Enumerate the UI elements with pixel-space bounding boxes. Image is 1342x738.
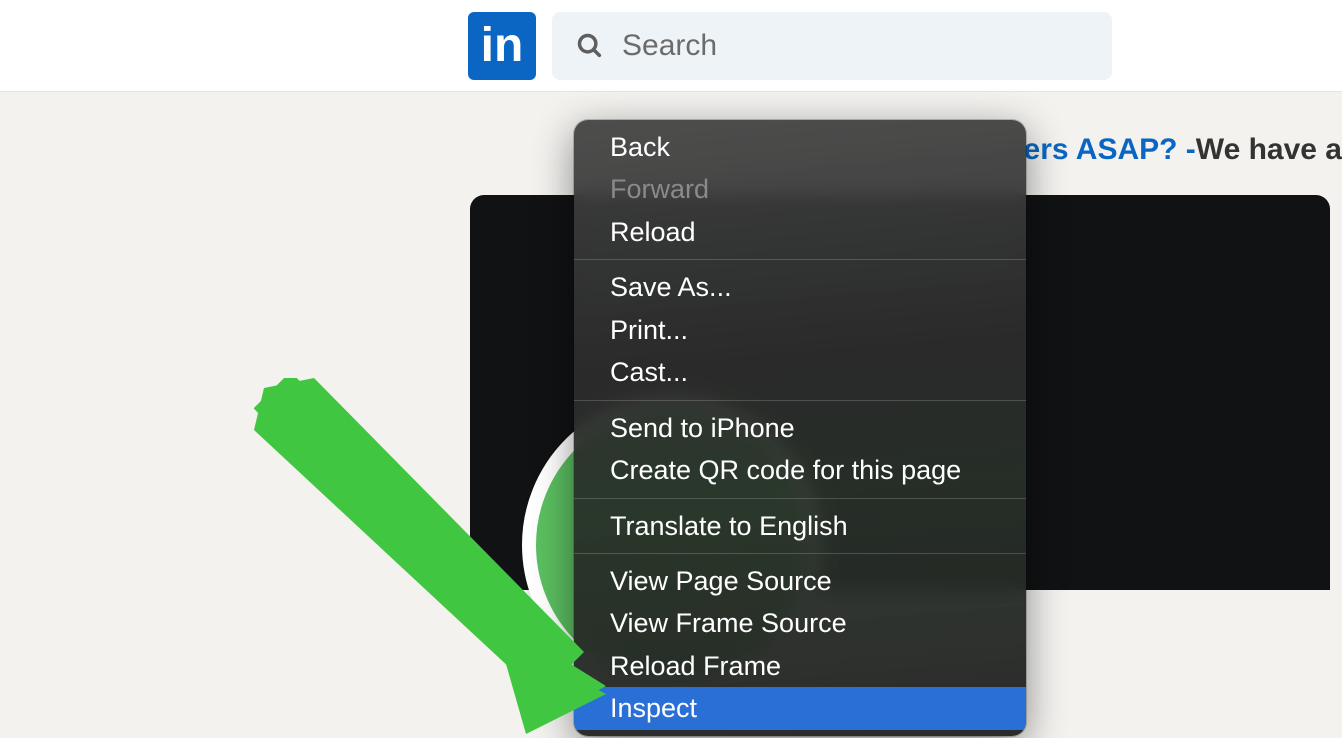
context-menu-item-create-qr-code-for-this-page[interactable]: Create QR code for this page: [574, 449, 1026, 491]
logo-text: in: [481, 22, 524, 70]
context-menu-item-inspect[interactable]: Inspect: [574, 687, 1026, 729]
banner-blue-text: ers ASAP? -: [1024, 133, 1196, 167]
context-menu-item-view-frame-source[interactable]: View Frame Source: [574, 602, 1026, 644]
context-menu-item-back[interactable]: Back: [574, 126, 1026, 168]
search-container[interactable]: [552, 12, 1112, 80]
context-menu-item-view-page-source[interactable]: View Page Source: [574, 560, 1026, 602]
context-menu-group: Send to iPhoneCreate QR code for this pa…: [574, 401, 1026, 498]
context-menu-item-print[interactable]: Print...: [574, 309, 1026, 351]
search-icon: [576, 32, 604, 60]
linkedin-logo[interactable]: in: [468, 12, 536, 80]
context-menu-item-translate-to-english[interactable]: Translate to English: [574, 505, 1026, 547]
context-menu: BackForwardReloadSave As...Print...Cast.…: [574, 120, 1026, 736]
context-menu-item-reload-frame[interactable]: Reload Frame: [574, 645, 1026, 687]
context-menu-item-reload[interactable]: Reload: [574, 211, 1026, 253]
context-menu-group: Translate to English: [574, 499, 1026, 553]
search-input[interactable]: [622, 29, 1088, 63]
header: in: [0, 0, 1342, 92]
context-menu-item-save-as[interactable]: Save As...: [574, 266, 1026, 308]
context-menu-item-send-to-iphone[interactable]: Send to iPhone: [574, 407, 1026, 449]
context-menu-group: Save As...Print...Cast...: [574, 260, 1026, 399]
context-menu-group: View Page SourceView Frame SourceReload …: [574, 554, 1026, 736]
context-menu-group: BackForwardReload: [574, 120, 1026, 259]
context-menu-item-forward: Forward: [574, 168, 1026, 210]
context-menu-item-cast[interactable]: Cast...: [574, 351, 1026, 393]
banner-dark-text: We have a: [1196, 133, 1342, 167]
